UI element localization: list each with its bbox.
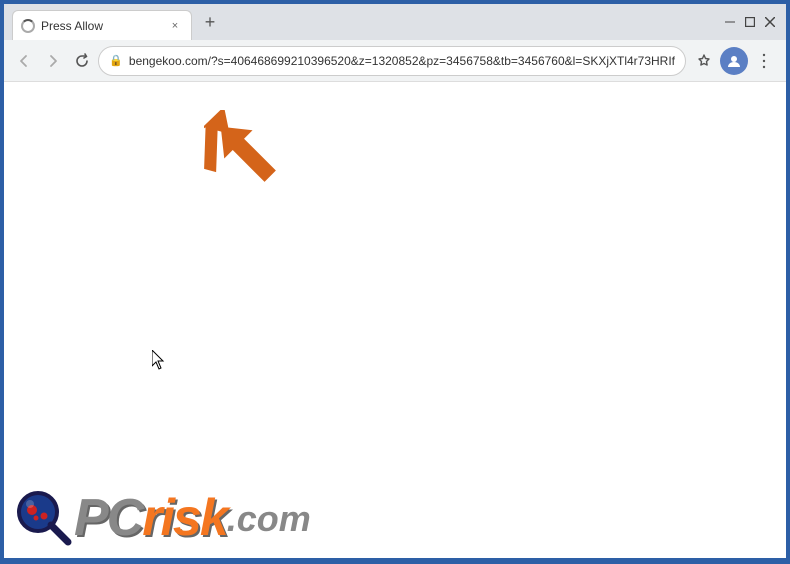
mouse-cursor xyxy=(152,350,164,368)
address-bar[interactable]: 🔒 bengekoo.com/?s=406468699210396520&z=1… xyxy=(98,46,686,76)
tab-strip: Press Allow × + xyxy=(4,4,714,40)
maximize-button[interactable] xyxy=(742,14,758,30)
logo-dotcom-text: .com xyxy=(227,498,311,540)
close-button[interactable] xyxy=(762,14,778,30)
back-button[interactable] xyxy=(12,47,37,75)
active-tab[interactable]: Press Allow × xyxy=(12,10,192,40)
forward-button[interactable] xyxy=(41,47,66,75)
minimize-button[interactable] xyxy=(722,14,738,30)
url-text: bengekoo.com/?s=406468699210396520&z=132… xyxy=(129,54,675,68)
logo-risk-text: risk xyxy=(142,492,227,544)
logo-text-group: PC risk .com xyxy=(74,492,311,544)
bookmark-star-button[interactable] xyxy=(690,47,718,75)
tab-spinner xyxy=(21,19,35,33)
pcrisk-logo: PC risk .com xyxy=(14,488,311,548)
title-bar: Press Allow × + xyxy=(4,4,786,40)
nav-right-controls xyxy=(690,47,778,75)
profile-button[interactable] xyxy=(720,47,748,75)
reload-button[interactable] xyxy=(69,47,94,75)
nav-bar: 🔒 bengekoo.com/?s=406468699210396520&z=1… xyxy=(4,40,786,82)
arrow-indicator xyxy=(204,110,284,195)
content-area: PC risk .com xyxy=(4,82,786,558)
tab-close-button[interactable]: × xyxy=(167,18,183,34)
new-tab-button[interactable]: + xyxy=(196,8,224,36)
logo-icon xyxy=(14,488,74,548)
logo-pc-text: PC xyxy=(74,492,142,544)
tab-title: Press Allow xyxy=(41,19,161,33)
browser-window: Press Allow × + xyxy=(2,2,788,560)
chrome-menu-button[interactable] xyxy=(750,47,778,75)
lock-icon: 🔒 xyxy=(109,54,123,67)
window-controls xyxy=(714,4,786,40)
